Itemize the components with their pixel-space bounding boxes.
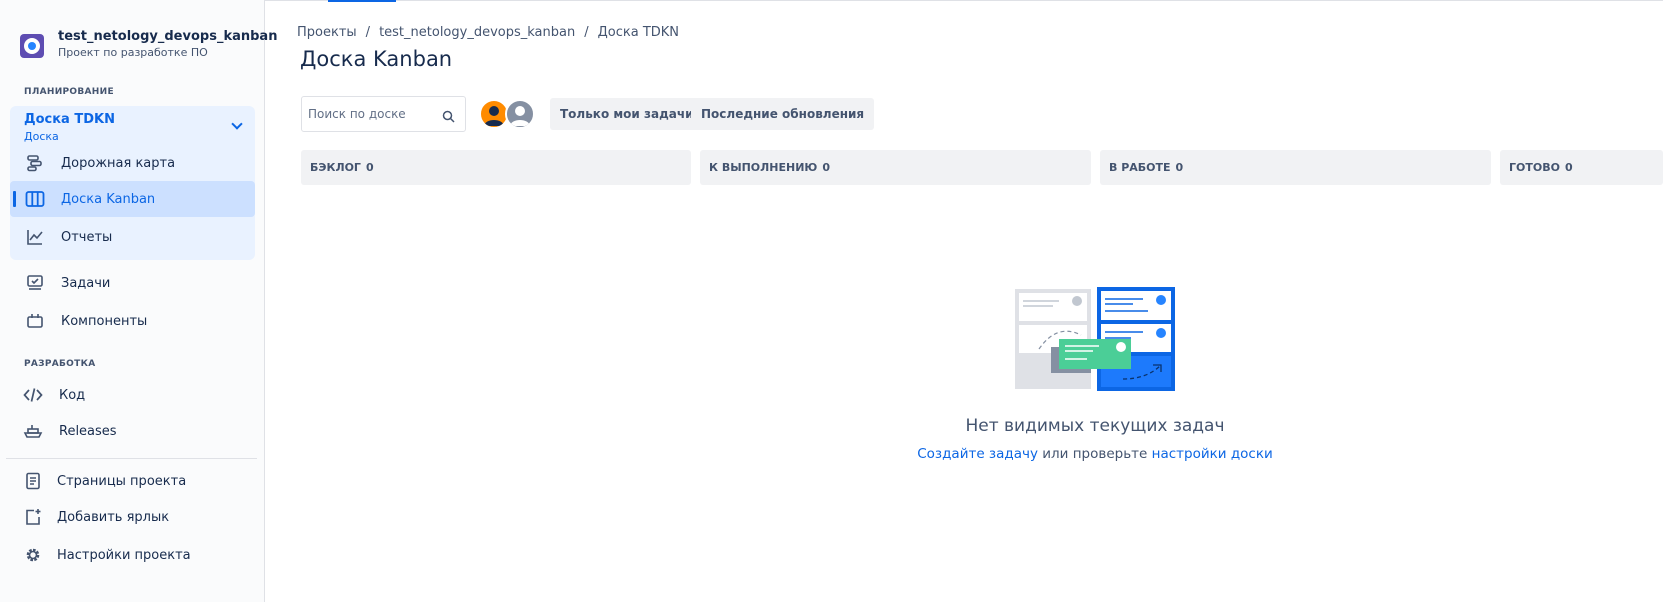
search-input[interactable]: [308, 97, 438, 131]
recent-updates-button[interactable]: Последние обновления: [691, 98, 875, 130]
section-label-planning: ПЛАНИРОВАНИЕ: [24, 87, 114, 97]
sidebar-item-project-pages[interactable]: Страницы проекта: [10, 463, 255, 499]
top-nav-active-indicator: [328, 0, 396, 2]
releases-icon: [23, 421, 43, 441]
column-name: ГОТОВО: [1509, 161, 1560, 174]
pages-icon: [23, 471, 43, 491]
breadcrumb-project[interactable]: test_netology_devops_kanban: [379, 25, 575, 40]
sidebar: test_netology_devops_kanban Проект по ра…: [0, 0, 277, 602]
roadmap-icon: [25, 153, 45, 173]
sidebar-item-label: Добавить ярлык: [57, 509, 170, 525]
sidebar-divider: [6, 458, 257, 459]
sidebar-item-label: Код: [59, 387, 86, 403]
column-count: 0: [822, 161, 830, 174]
sidebar-item-project-settings[interactable]: Настройки проекта: [10, 537, 255, 573]
sidebar-item-add-shortcut[interactable]: Добавить ярлык: [10, 499, 255, 535]
board-settings-link[interactable]: настройки доски: [1152, 446, 1273, 462]
create-issue-link[interactable]: Создайте задачу: [917, 446, 1038, 462]
empty-state-title: Нет видимых текущих задач: [965, 416, 1225, 436]
sidebar-item-label: Задачи: [61, 275, 111, 291]
sidebar-item-components[interactable]: Компоненты: [10, 303, 255, 339]
issues-icon: [25, 273, 45, 293]
only-my-issues-button[interactable]: Только мои задачи: [550, 98, 704, 130]
sidebar-item-label: Доска Kanban: [61, 191, 156, 207]
breadcrumb-separator: /: [365, 25, 371, 40]
sidebar-item-issues[interactable]: Задачи: [10, 265, 255, 301]
sidebar-item-releases[interactable]: Releases: [10, 413, 255, 449]
sidebar-item-label: Отчеты: [61, 229, 113, 245]
sidebar-item-kanban-board[interactable]: Доска Kanban: [10, 181, 255, 217]
code-icon: [23, 385, 43, 405]
sidebar-item-label: Страницы проекта: [57, 473, 187, 489]
sidebar-item-code[interactable]: Код: [10, 377, 255, 413]
board-icon: [25, 189, 45, 209]
project-header[interactable]: test_netology_devops_kanban Проект по ра…: [20, 28, 277, 60]
search-icon: [442, 108, 455, 127]
column-count: 0: [365, 161, 374, 174]
settings-icon: [23, 545, 43, 565]
board-switcher-subtitle: Доска: [24, 130, 59, 143]
avatar[interactable]: [505, 99, 535, 129]
top-border: [265, 0, 1663, 1]
column-header-backlog: БЭКЛОГ 0: [301, 150, 691, 185]
breadcrumb-projects[interactable]: Проекты: [297, 25, 357, 40]
sidebar-item-label: Настройки проекта: [57, 547, 191, 563]
column-count: 0: [1564, 161, 1573, 174]
sidebar-item-reports[interactable]: Отчеты: [10, 219, 255, 255]
empty-board-illustration: [1013, 287, 1177, 391]
column-name: БЭКЛОГ: [310, 161, 361, 174]
column-name: К ВЫПОЛНЕНИЮ: [709, 161, 818, 174]
breadcrumb-separator: /: [584, 25, 589, 40]
add-shortcut-icon: [23, 507, 43, 527]
column-header-done: ГОТОВО 0: [1500, 150, 1663, 185]
reports-icon: [25, 227, 45, 247]
sidebar-item-label: Компоненты: [61, 313, 148, 329]
project-name: test_netology_devops_kanban: [58, 29, 278, 44]
column-header-todo: К ВЫПОЛНЕНИЮ 0: [700, 150, 1091, 185]
section-label-development: РАЗРАБОТКА: [24, 359, 96, 369]
column-count: 0: [1175, 161, 1184, 174]
page-title: Доска Kanban: [300, 47, 453, 71]
column-name: В РАБОТЕ: [1109, 161, 1171, 174]
empty-state-message: Создайте задачу или проверьте настройки …: [900, 446, 1290, 462]
sidebar-item-roadmap[interactable]: Дорожная карта: [10, 145, 255, 181]
board-search: [301, 96, 466, 132]
board-switcher-title[interactable]: Доска TDKN: [24, 112, 115, 127]
breadcrumb: Проекты / test_netology_devops_kanban / …: [297, 25, 679, 40]
chevron-down-icon[interactable]: [231, 118, 243, 130]
components-icon: [25, 311, 45, 331]
sidebar-item-label: Releases: [59, 423, 117, 439]
project-type: Проект по разработке ПО: [58, 46, 208, 59]
project-avatar: [20, 34, 44, 58]
column-header-in-progress: В РАБОТЕ 0: [1100, 150, 1491, 185]
breadcrumb-board[interactable]: Доска TDKN: [598, 25, 679, 40]
sidebar-item-label: Дорожная карта: [61, 155, 176, 171]
empty-state-middle-text: или проверьте: [1037, 446, 1152, 462]
